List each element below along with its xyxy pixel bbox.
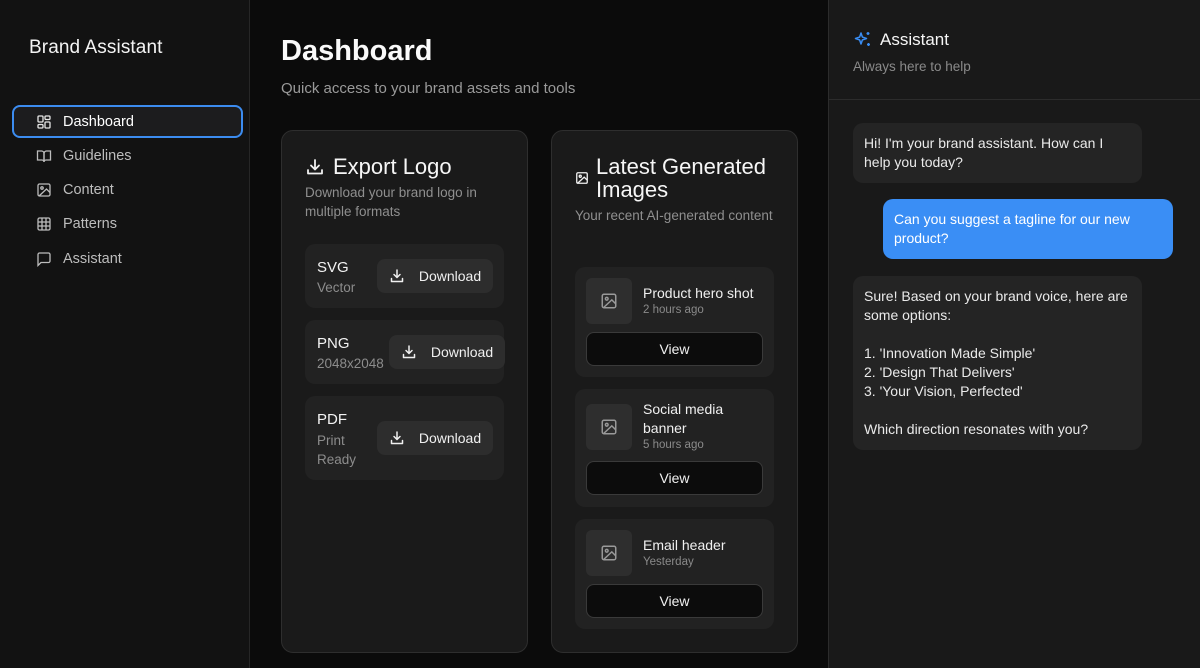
image-item: Email header Yesterday View bbox=[575, 519, 774, 629]
export-logo-card: Export Logo Download your brand logo in … bbox=[281, 130, 528, 653]
sidebar-item-guidelines[interactable]: Guidelines bbox=[12, 139, 243, 172]
page-title: Dashboard bbox=[281, 35, 433, 67]
format-detail: 2048x2048 bbox=[317, 356, 384, 371]
sidebar-item-dashboard[interactable]: Dashboard bbox=[12, 105, 243, 138]
image-placeholder-icon bbox=[601, 545, 617, 561]
format-row-svg: SVG Vector Download bbox=[305, 244, 504, 308]
image-item: Product hero shot 2 hours ago View bbox=[575, 267, 774, 377]
image-time: 5 hours ago bbox=[643, 439, 704, 451]
format-name: PDF bbox=[317, 411, 347, 428]
download-icon bbox=[389, 430, 405, 446]
download-label: Download bbox=[418, 430, 482, 446]
image-icon bbox=[36, 182, 52, 198]
download-icon bbox=[401, 344, 417, 360]
view-button[interactable]: View bbox=[586, 461, 763, 495]
card-description: Download your brand logo in multiple for… bbox=[305, 185, 477, 219]
download-label: Download bbox=[430, 344, 494, 360]
sidebar-item-label: Dashboard bbox=[63, 113, 134, 130]
image-icon bbox=[575, 171, 589, 185]
card-description: Your recent AI-generated content bbox=[575, 208, 773, 223]
download-svg-button[interactable]: Download bbox=[377, 259, 493, 293]
assistant-title-text: Assistant bbox=[880, 30, 949, 49]
main-content: Dashboard Quick access to your brand ass… bbox=[251, 0, 828, 668]
image-name: Social media banner bbox=[643, 401, 724, 436]
download-icon bbox=[305, 157, 325, 177]
image-thumbnail bbox=[586, 278, 632, 324]
card-title: Export Logo bbox=[305, 155, 452, 178]
image-time: Yesterday bbox=[643, 556, 694, 568]
brand-name: Brand Assistant bbox=[29, 37, 163, 58]
format-name: PNG bbox=[317, 335, 350, 352]
view-button[interactable]: View bbox=[586, 584, 763, 618]
format-detail: Vector bbox=[317, 280, 356, 295]
app-root: Brand Assistant Dashboard Guidelines Con… bbox=[0, 0, 1200, 668]
image-thumbnail bbox=[586, 404, 632, 450]
image-placeholder-icon bbox=[601, 419, 617, 435]
sidebar-item-patterns[interactable]: Patterns bbox=[12, 208, 243, 241]
sidebar-item-label: Guidelines bbox=[63, 147, 132, 164]
format-detail: Print Ready bbox=[317, 433, 357, 467]
image-time: 2 hours ago bbox=[643, 304, 704, 316]
assistant-subtitle: Always here to help bbox=[853, 59, 971, 74]
card-title: Latest Generated Images bbox=[575, 155, 776, 201]
image-thumbnail bbox=[586, 530, 632, 576]
sidebar-item-assistant[interactable]: Assistant bbox=[12, 242, 243, 275]
sidebar-item-label: Content bbox=[63, 182, 114, 199]
image-name: Product hero shot bbox=[643, 285, 754, 301]
book-icon bbox=[36, 148, 52, 164]
format-row-png: PNG 2048x2048 Download bbox=[305, 320, 505, 384]
card-title-text: Latest Generated Images bbox=[596, 154, 767, 202]
download-png-button[interactable]: Download bbox=[389, 335, 505, 369]
card-title-text: Export Logo bbox=[333, 154, 452, 179]
download-icon bbox=[389, 268, 405, 284]
chat-message-bot: Hi! I'm your brand assistant. How can I … bbox=[853, 123, 1142, 183]
format-name: SVG bbox=[317, 259, 349, 276]
download-pdf-button[interactable]: Download bbox=[377, 421, 493, 455]
grid-table-icon bbox=[36, 216, 52, 232]
image-placeholder-icon bbox=[601, 293, 617, 309]
sidebar-item-label: Assistant bbox=[63, 250, 122, 267]
assistant-title: Assistant bbox=[853, 30, 949, 50]
sparkles-icon bbox=[853, 30, 873, 50]
sidebar-item-content[interactable]: Content bbox=[12, 174, 243, 207]
latest-images-card: Latest Generated Images Your recent AI-g… bbox=[551, 130, 798, 653]
chat-bubble-icon bbox=[36, 251, 52, 267]
chat-message-user: Can you suggest a tagline for our new pr… bbox=[883, 199, 1173, 259]
format-row-pdf: PDF Print Ready Download bbox=[305, 396, 504, 480]
sidebar-nav: Dashboard Guidelines Content Patterns As… bbox=[12, 105, 243, 276]
assistant-panel: Assistant Always here to help Hi! I'm yo… bbox=[828, 0, 1200, 668]
chat-message-bot: Sure! Based on your brand voice, here ar… bbox=[853, 276, 1142, 450]
page-subtitle: Quick access to your brand assets and to… bbox=[281, 80, 576, 97]
image-name: Email header bbox=[643, 537, 726, 553]
download-label: Download bbox=[418, 268, 482, 284]
image-item: Social media banner 5 hours ago View bbox=[575, 389, 774, 507]
dashboard-grid-icon bbox=[36, 114, 52, 130]
sidebar: Brand Assistant Dashboard Guidelines Con… bbox=[0, 0, 250, 668]
assistant-header: Assistant Always here to help bbox=[829, 0, 1200, 100]
view-button[interactable]: View bbox=[586, 332, 763, 366]
sidebar-item-label: Patterns bbox=[63, 216, 117, 233]
